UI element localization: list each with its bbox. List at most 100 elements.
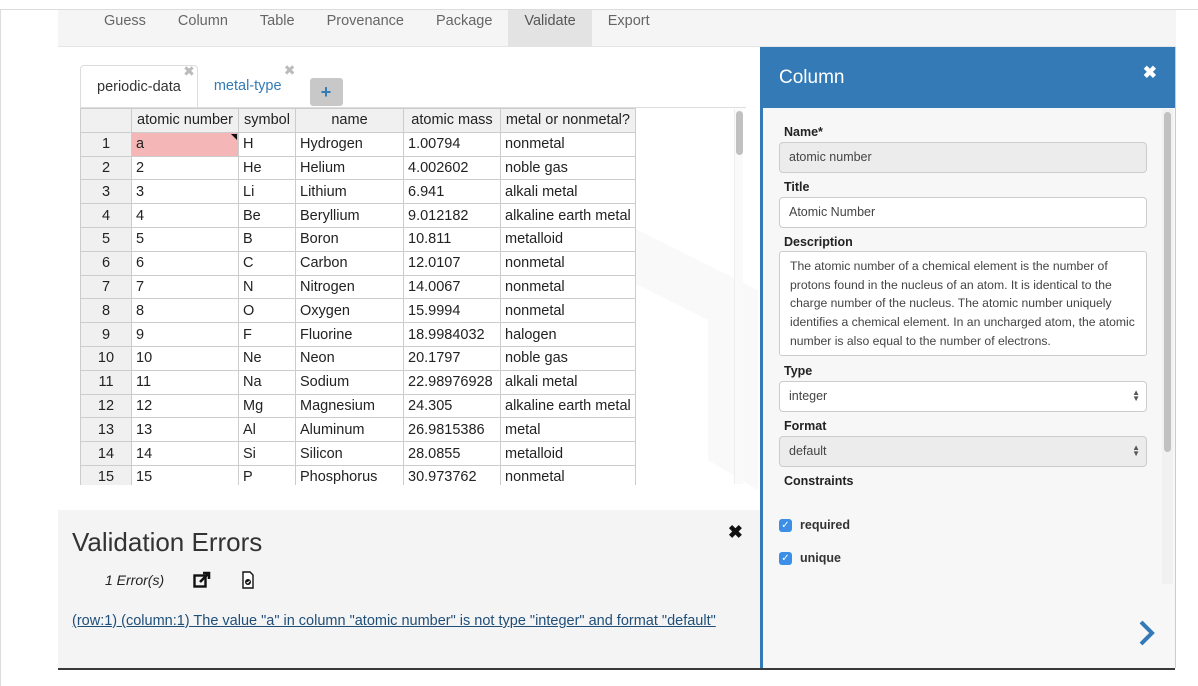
table-cell[interactable]: 15 [131, 464, 239, 485]
table-cell[interactable]: Li [238, 179, 296, 205]
table-cell[interactable]: alkaline earth metal [500, 203, 636, 228]
table-cell[interactable]: 12 [131, 393, 239, 419]
title-input[interactable]: Atomic Number [779, 197, 1147, 228]
table-cell[interactable]: Si [238, 441, 296, 466]
table-cell[interactable]: 6.941 [403, 179, 501, 205]
tab-periodic-data[interactable]: periodic-data ✖ [80, 64, 198, 108]
row-number[interactable]: 8 [80, 298, 132, 324]
table-cell[interactable]: 9.012182 [403, 203, 501, 228]
table-cell[interactable]: 6 [131, 250, 239, 276]
table-cell[interactable]: nonmetal [500, 298, 636, 324]
table-cell[interactable]: noble gas [500, 345, 636, 371]
table-cell[interactable]: 15.9994 [403, 298, 501, 324]
table-cell[interactable]: 28.0855 [403, 441, 501, 466]
table-cell[interactable]: Oxygen [295, 298, 404, 324]
table-cell[interactable]: 14.0067 [403, 274, 501, 300]
table-cell[interactable]: 4 [131, 203, 239, 228]
nav-validate[interactable]: Validate [508, 10, 592, 47]
description-textarea[interactable]: The atomic number of a chemical element … [779, 251, 1147, 356]
table-cell[interactable]: 2 [131, 155, 239, 181]
close-tab-icon[interactable]: ✖ [284, 63, 296, 77]
table-cell[interactable]: Lithium [295, 179, 404, 205]
tab-metal-type[interactable]: metal-type ✖ [198, 63, 298, 108]
table-cell[interactable]: O [238, 298, 296, 324]
panel-scrollbar[interactable] [1162, 109, 1173, 584]
table-cell[interactable]: Aluminum [295, 417, 404, 443]
table-cell[interactable]: halogen [500, 322, 636, 347]
table-cell[interactable]: 3 [131, 179, 239, 205]
row-number[interactable]: 2 [80, 155, 132, 181]
table-cell[interactable]: B [238, 226, 296, 252]
table-cell[interactable]: 11 [131, 369, 239, 395]
table-cell[interactable]: 30.973762 [403, 464, 501, 485]
table-cell[interactable]: Sodium [295, 369, 404, 395]
table-cell[interactable]: N [238, 274, 296, 300]
row-number[interactable]: 9 [80, 322, 132, 347]
table-cell[interactable]: 14 [131, 441, 239, 466]
table-cell[interactable]: nonmetal [500, 464, 636, 485]
table-cell[interactable]: Neon [295, 345, 404, 371]
nav-package[interactable]: Package [420, 10, 508, 47]
row-number[interactable]: 13 [80, 417, 132, 443]
row-number[interactable]: 15 [80, 464, 132, 485]
table-cell[interactable]: 4.002602 [403, 155, 501, 181]
corner-cell[interactable] [80, 108, 132, 133]
table-cell[interactable]: noble gas [500, 155, 636, 181]
add-table-button[interactable]: + [309, 78, 343, 106]
table-cell[interactable]: 7 [131, 274, 239, 300]
table-cell[interactable]: Ne [238, 345, 296, 371]
table-cell[interactable]: metalloid [500, 226, 636, 252]
table-cell[interactable]: nonmetal [500, 131, 636, 157]
table-cell[interactable]: Nitrogen [295, 274, 404, 300]
table-cell[interactable]: 8 [131, 298, 239, 324]
table-cell[interactable]: Mg [238, 393, 296, 419]
table-cell[interactable]: 13 [131, 417, 239, 443]
scrollbar-thumb[interactable] [1164, 112, 1171, 452]
row-number[interactable]: 4 [80, 203, 132, 228]
nav-export[interactable]: Export [592, 10, 666, 47]
table-cell[interactable]: Hydrogen [295, 131, 404, 157]
row-number[interactable]: 3 [80, 179, 132, 205]
table-cell[interactable]: Na [238, 369, 296, 395]
unique-checkbox-row[interactable]: ✓ unique [779, 551, 841, 565]
nav-guess[interactable]: Guess [88, 10, 162, 47]
table-cell[interactable]: Phosphorus [295, 464, 404, 485]
row-number[interactable]: 1 [80, 131, 132, 157]
next-chevron-icon[interactable] [1135, 618, 1159, 648]
nav-column[interactable]: Column [162, 10, 244, 47]
file-check-icon[interactable] [238, 570, 258, 590]
row-number[interactable]: 7 [80, 274, 132, 300]
table-cell[interactable]: alkali metal [500, 179, 636, 205]
table-cell[interactable]: F [238, 322, 296, 347]
error-cell[interactable]: a [131, 131, 239, 157]
close-tab-icon[interactable]: ✖ [183, 64, 195, 78]
table-cell[interactable]: nonmetal [500, 274, 636, 300]
table-cell[interactable]: Fluorine [295, 322, 404, 347]
table-cell[interactable]: Al [238, 417, 296, 443]
row-number[interactable]: 11 [80, 369, 132, 395]
table-cell[interactable]: 26.9815386 [403, 417, 501, 443]
table-cell[interactable]: He [238, 155, 296, 181]
table-cell[interactable]: Boron [295, 226, 404, 252]
table-cell[interactable]: Helium [295, 155, 404, 181]
validation-error-link[interactable]: (row:1) (column:1) The value "a" in colu… [72, 613, 716, 629]
format-select[interactable]: default ▲ ▼ [779, 436, 1147, 467]
table-cell[interactable]: C [238, 250, 296, 276]
unique-checkbox[interactable]: ✓ [779, 551, 792, 565]
table-cell[interactable]: 5 [131, 226, 239, 252]
row-number[interactable]: 14 [80, 441, 132, 466]
grid-scrollbar[interactable] [734, 109, 743, 484]
name-input[interactable]: atomic number [779, 142, 1147, 173]
row-number[interactable]: 10 [80, 345, 132, 371]
external-link-icon[interactable] [192, 570, 212, 590]
row-number[interactable]: 12 [80, 393, 132, 419]
table-cell[interactable]: Beryllium [295, 203, 404, 228]
table-cell[interactable]: 1.00794 [403, 131, 501, 157]
table-cell[interactable]: 18.9984032 [403, 322, 501, 347]
table-cell[interactable]: Carbon [295, 250, 404, 276]
table-cell[interactable]: alkaline earth metal [500, 393, 636, 419]
table-cell[interactable]: alkali metal [500, 369, 636, 395]
column-header[interactable]: atomic mass [403, 108, 501, 133]
close-panel-icon[interactable]: ✖ [1143, 63, 1157, 83]
table-cell[interactable]: Be [238, 203, 296, 228]
